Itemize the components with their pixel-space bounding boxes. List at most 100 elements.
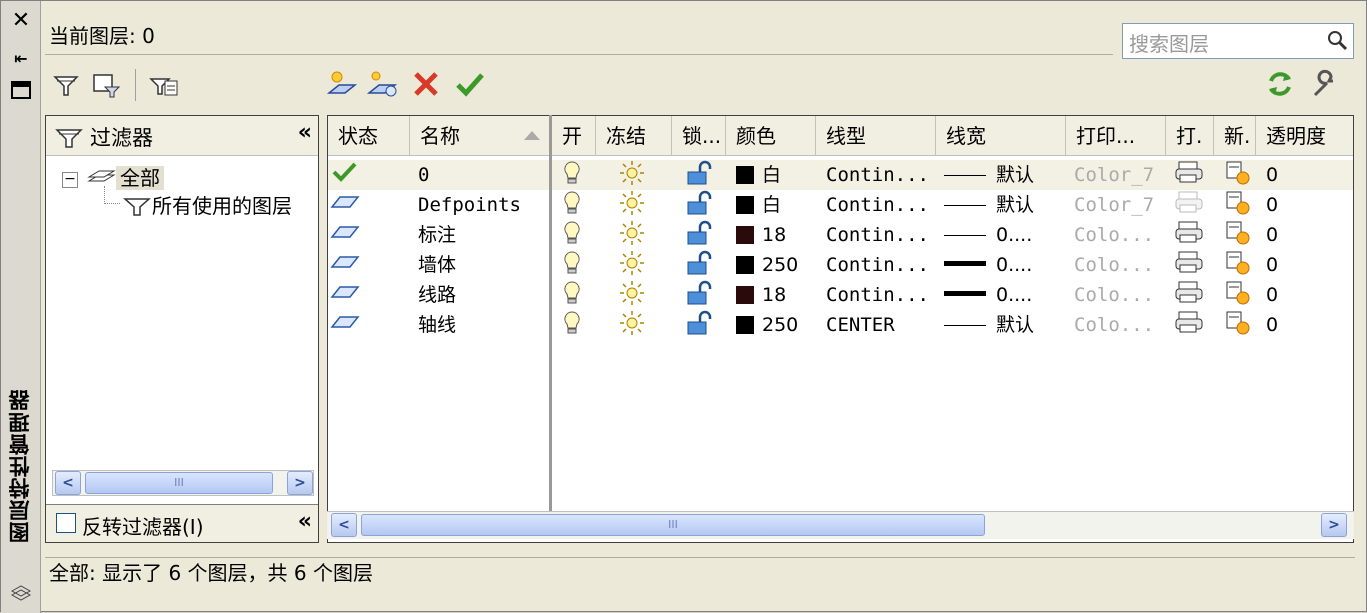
- header-linetype[interactable]: 线型: [816, 116, 936, 156]
- grid-horizontal-scrollbar[interactable]: < III >: [327, 511, 1354, 539]
- layer-on-bulb-icon[interactable]: [562, 250, 592, 280]
- delete-layer-icon[interactable]: [409, 67, 443, 101]
- layer-transparency[interactable]: 0: [1266, 190, 1326, 220]
- layer-plot-printer-icon[interactable]: [1174, 220, 1208, 250]
- layer-name[interactable]: 0: [418, 160, 548, 190]
- layer-plot-printer-icon[interactable]: [1174, 310, 1208, 340]
- layer-transparency[interactable]: 0: [1266, 280, 1326, 310]
- layer-row[interactable]: 轴线 250 CENTER 默认 Colo... 0: [328, 310, 1353, 340]
- scroll-left-icon[interactable]: <: [331, 513, 357, 537]
- layer-color[interactable]: 18: [736, 220, 816, 250]
- layer-unlock-icon[interactable]: [684, 220, 724, 250]
- layer-lineweight[interactable]: 0....: [944, 280, 1064, 310]
- layer-plot-printer-icon[interactable]: [1174, 190, 1208, 220]
- layer-states-manager-icon[interactable]: [147, 67, 181, 101]
- layer-lineweight[interactable]: 0....: [944, 250, 1064, 280]
- layer-plot-style[interactable]: Colo...: [1074, 220, 1160, 250]
- layer-linetype[interactable]: CENTER: [826, 310, 938, 340]
- layer-new-vp-freeze-icon[interactable]: [1224, 160, 1256, 190]
- layer-on-bulb-icon[interactable]: [562, 220, 592, 250]
- layer-transparency[interactable]: 0: [1266, 160, 1326, 190]
- layer-lineweight[interactable]: 默认: [944, 190, 1064, 220]
- layer-plot-style[interactable]: Color_7: [1074, 190, 1160, 220]
- layer-linetype[interactable]: Contin...: [826, 250, 938, 280]
- layer-freeze-sun-icon[interactable]: [618, 310, 658, 340]
- layer-row[interactable]: 0 白 Contin... 默认 Color_7 0: [328, 160, 1353, 190]
- layer-row[interactable]: 墙体 250 Contin... 0.... Colo... 0: [328, 250, 1353, 280]
- new-property-filter-icon[interactable]: [49, 67, 83, 101]
- set-current-icon[interactable]: [453, 67, 487, 101]
- layer-new-vp-freeze-icon[interactable]: [1224, 220, 1256, 250]
- layer-freeze-sun-icon[interactable]: [618, 190, 658, 220]
- collapse-tree-icon[interactable]: −: [62, 172, 78, 188]
- layer-row[interactable]: Defpoints 白 Contin... 默认 Color_7 0: [328, 190, 1353, 220]
- scroll-thumb[interactable]: III: [361, 514, 985, 536]
- layer-name[interactable]: Defpoints: [418, 190, 548, 220]
- collapse-filter-icon[interactable]: «: [298, 120, 312, 145]
- layer-plot-style[interactable]: Colo...: [1074, 250, 1160, 280]
- search-icon[interactable]: [1325, 28, 1349, 57]
- collapse-left-icon[interactable]: «: [298, 509, 312, 534]
- layer-lineweight[interactable]: 0....: [944, 220, 1064, 250]
- settings-wrench-icon[interactable]: [1307, 67, 1341, 101]
- properties-menu-icon[interactable]: [9, 79, 33, 103]
- layer-lineweight[interactable]: 默认: [944, 160, 1064, 190]
- invert-filter-checkbox[interactable]: [56, 513, 76, 533]
- new-group-filter-icon[interactable]: [89, 67, 123, 101]
- header-freeze[interactable]: 冻结: [596, 116, 672, 156]
- header-new-vp-freeze[interactable]: 新.: [1214, 116, 1256, 156]
- scroll-left-icon[interactable]: <: [55, 471, 81, 495]
- autohide-icon[interactable]: ⇤: [9, 47, 33, 71]
- layer-transparency[interactable]: 0: [1266, 310, 1326, 340]
- layer-name[interactable]: 标注: [418, 220, 548, 250]
- layer-unlock-icon[interactable]: [684, 250, 724, 280]
- layer-color[interactable]: 18: [736, 280, 816, 310]
- layer-freeze-sun-icon[interactable]: [618, 160, 658, 190]
- layer-new-vp-freeze-icon[interactable]: [1224, 280, 1256, 310]
- layer-new-vp-freeze-icon[interactable]: [1224, 250, 1256, 280]
- layer-unlock-icon[interactable]: [684, 310, 724, 340]
- layer-new-vp-freeze-icon[interactable]: [1224, 190, 1256, 220]
- layer-lineweight[interactable]: 默认: [944, 310, 1064, 340]
- layer-freeze-sun-icon[interactable]: [618, 220, 658, 250]
- layer-freeze-sun-icon[interactable]: [618, 250, 658, 280]
- layer-unlock-icon[interactable]: [684, 160, 724, 190]
- layer-plot-printer-icon[interactable]: [1174, 160, 1208, 190]
- filter-horizontal-scrollbar[interactable]: < III >: [52, 470, 314, 496]
- grid-splitter[interactable]: [549, 115, 552, 511]
- layer-linetype[interactable]: Contin...: [826, 280, 938, 310]
- refresh-icon[interactable]: [1263, 67, 1297, 101]
- header-status[interactable]: 状态: [328, 116, 410, 156]
- layer-name[interactable]: 线路: [418, 280, 548, 310]
- layer-new-vp-freeze-icon[interactable]: [1224, 310, 1256, 340]
- layer-plot-printer-icon[interactable]: [1174, 280, 1208, 310]
- layer-transparency[interactable]: 0: [1266, 250, 1326, 280]
- layer-plot-printer-icon[interactable]: [1174, 250, 1208, 280]
- tree-node-used-layers[interactable]: 所有使用的图层: [122, 190, 292, 219]
- layer-name[interactable]: 轴线: [418, 310, 548, 340]
- header-plot-style[interactable]: 打印...: [1066, 116, 1166, 156]
- layer-plot-style[interactable]: Colo...: [1074, 280, 1160, 310]
- header-plot[interactable]: 打.: [1166, 116, 1214, 156]
- layer-name[interactable]: 墙体: [418, 250, 548, 280]
- layer-color[interactable]: 白: [736, 190, 816, 220]
- scroll-thumb[interactable]: III: [85, 472, 273, 494]
- new-layer-vp-frozen-icon[interactable]: [365, 67, 399, 101]
- layer-linetype[interactable]: Contin...: [826, 160, 938, 190]
- scroll-right-icon[interactable]: >: [287, 471, 313, 495]
- layer-plot-style[interactable]: Color_7: [1074, 160, 1160, 190]
- header-lineweight[interactable]: 线宽: [936, 116, 1066, 156]
- layer-unlock-icon[interactable]: [684, 280, 724, 310]
- layer-on-bulb-icon[interactable]: [562, 280, 592, 310]
- layer-linetype[interactable]: Contin...: [826, 220, 938, 250]
- layer-row[interactable]: 线路 18 Contin... 0.... Colo... 0: [328, 280, 1353, 310]
- layer-color[interactable]: 250: [736, 250, 816, 280]
- layer-freeze-sun-icon[interactable]: [618, 280, 658, 310]
- header-transparency[interactable]: 透明度: [1256, 116, 1353, 156]
- header-on[interactable]: 开: [552, 116, 596, 156]
- header-color[interactable]: 颜色: [726, 116, 816, 156]
- new-layer-icon[interactable]: [325, 67, 359, 101]
- layer-transparency[interactable]: 0: [1266, 220, 1326, 250]
- layer-linetype[interactable]: Contin...: [826, 190, 938, 220]
- layer-on-bulb-icon[interactable]: [562, 310, 592, 340]
